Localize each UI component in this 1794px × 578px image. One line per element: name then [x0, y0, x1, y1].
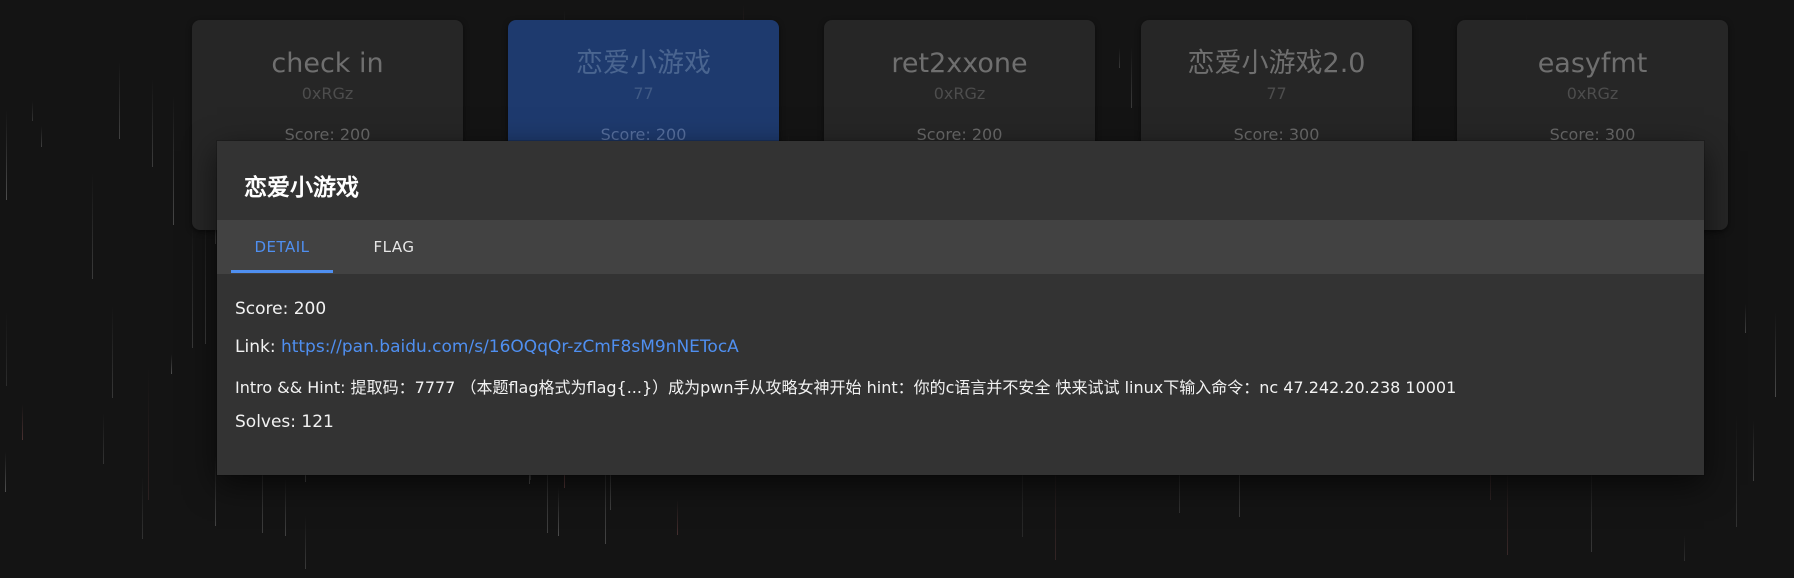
rain-streak	[305, 516, 306, 569]
rain-streak	[6, 110, 7, 200]
detail-score: Score: 200	[235, 299, 327, 319]
detail-link-row: Link: https://pan.baidu.com/s/16OQqQr-zC…	[235, 337, 739, 357]
rain-streak	[1131, 47, 1132, 108]
rain-streak	[171, 354, 172, 374]
rain-streak	[1507, 463, 1508, 555]
challenge-dialog: 恋爱小游戏 DETAIL FLAG Score: 200 Link: https…	[217, 141, 1704, 475]
rain-streak	[5, 452, 6, 492]
rain-streak	[1775, 312, 1776, 397]
rain-streak	[1684, 535, 1685, 561]
rain-streak	[32, 101, 33, 121]
detail-link-label: Link:	[235, 337, 281, 357]
detail-solves: Solves: 121	[235, 412, 334, 432]
rain-streak	[1119, 48, 1120, 68]
rain-streak	[1736, 415, 1737, 527]
challenge-author: 0xRGz	[1566, 84, 1619, 103]
rain-streak	[285, 478, 286, 536]
challenge-title: ret2xxone	[891, 48, 1028, 79]
rain-streak	[41, 126, 42, 147]
challenge-title: easyfmt	[1537, 48, 1648, 79]
challenge-title: check in	[271, 48, 384, 79]
challenge-author: 77	[1266, 84, 1287, 103]
rain-streak	[22, 404, 23, 440]
rain-streak	[192, 225, 193, 348]
rain-streak	[173, 95, 174, 225]
tab-detail[interactable]: DETAIL	[231, 220, 333, 274]
challenge-author: 0xRGz	[301, 84, 354, 103]
rain-streak	[1745, 304, 1746, 333]
tab-flag[interactable]: FLAG	[343, 220, 445, 274]
rain-streak	[103, 413, 104, 464]
dialog-header: 恋爱小游戏	[217, 141, 1704, 220]
dialog-title: 恋爱小游戏	[244, 175, 359, 201]
rain-streak	[558, 487, 559, 536]
rain-streak	[112, 305, 113, 398]
active-tab-indicator	[231, 270, 333, 273]
rain-streak	[1753, 420, 1754, 481]
challenge-author: 77	[633, 84, 654, 103]
rain-streak	[677, 499, 678, 535]
rain-streak	[215, 456, 216, 526]
rain-streak	[148, 364, 149, 500]
rain-streak	[92, 173, 93, 279]
rain-streak	[119, 62, 120, 139]
challenge-title: 恋爱小游戏	[576, 48, 711, 79]
rain-streak	[152, 79, 153, 167]
challenge-title: 恋爱小游戏2.0	[1187, 48, 1366, 79]
challenge-author: 0xRGz	[933, 84, 986, 103]
rain-streak	[142, 477, 143, 539]
detail-link[interactable]: https://pan.baidu.com/s/16OQqQr-zCmF8sM9…	[281, 337, 739, 357]
rain-streak	[6, 311, 7, 386]
dialog-tabs: DETAIL FLAG	[217, 220, 1704, 274]
detail-intro-hint: Intro && Hint: 提取码：7777 （本题flag格式为flag{.…	[235, 378, 1457, 397]
